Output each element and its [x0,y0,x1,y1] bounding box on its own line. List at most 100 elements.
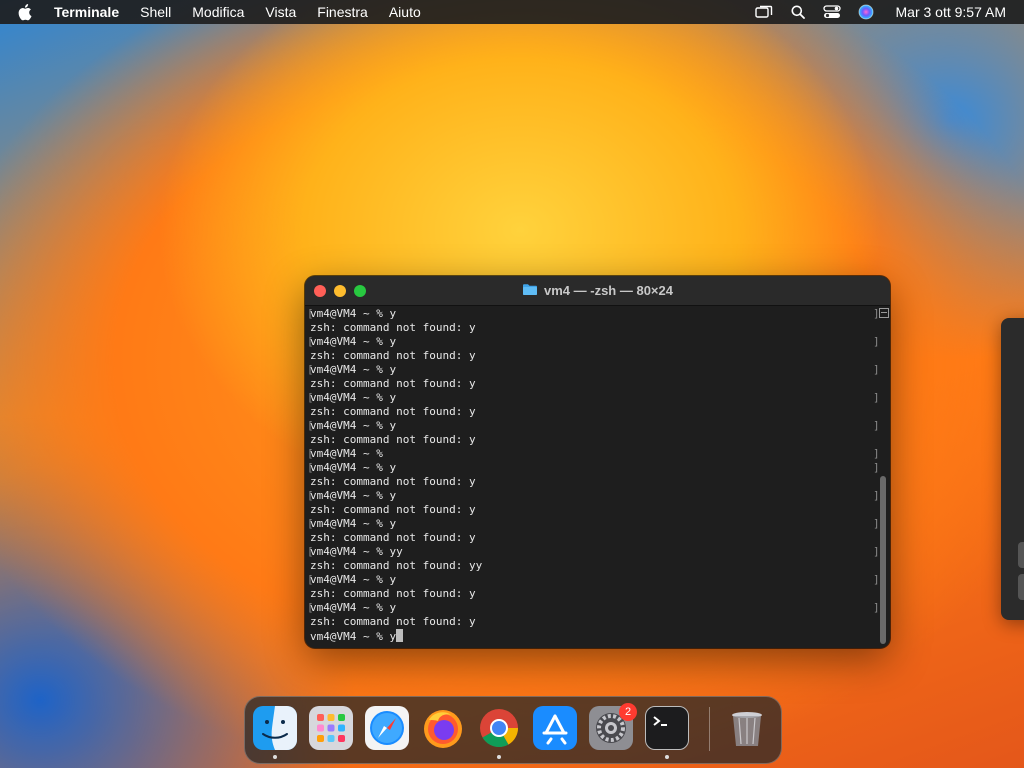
prompt-text: vm4@VM4 ~ % y [310,630,397,643]
terminal-line: [] vm4@VM4 ~ % y [307,461,880,475]
terminal-line: [] vm4@VM4 ~ % y [307,601,880,615]
terminal-line: [] vm4@VM4 ~ % [307,447,880,461]
line-bracket: [ [307,335,314,348]
dock-divider [709,707,710,751]
terminal-line: [] vm4@VM4 ~ % y [307,307,880,321]
line-bracket: [ [307,307,314,320]
folder-icon [522,283,538,299]
terminal-line-text: vm4@VM4 ~ % y [310,573,397,586]
terminal-output[interactable]: [] vm4@VM4 ~ % y zsh: command not found: y… [307,307,880,647]
terminal-line: zsh: command not found: y [310,531,865,545]
menubar-status-area: Mar 3 ott 9:57 AM [754,0,1007,24]
terminal-line-text: zsh: command not found: y [310,503,476,516]
terminal-line: zsh: command not found: y [310,615,865,629]
menu-modifica[interactable]: Modifica [192,4,244,20]
window-title-text: vm4 — -zsh — 80×24 [544,283,673,298]
terminal-line-text: vm4@VM4 ~ % [310,447,383,460]
terminal-line-text: zsh: command not found: y [310,377,476,390]
terminal-line-text: vm4@VM4 ~ % yy [310,545,403,558]
finder-icon[interactable] [253,706,297,750]
terminal-line-text: vm4@VM4 ~ % y [310,489,397,502]
panel-handle [1018,574,1024,600]
terminal-line-text: zsh: command not found: y [310,321,476,334]
window-titlebar[interactable]: vm4 — -zsh — 80×24 [305,276,890,306]
terminal-line: zsh: command not found: yy [310,559,865,573]
trash-icon[interactable] [725,706,769,750]
panel-handle [1018,542,1024,568]
prompt-line[interactable]: vm4@VM4 ~ % y [310,629,865,643]
terminal-line-text: vm4@VM4 ~ % y [310,307,397,320]
terminal-line-text: zsh: command not found: y [310,587,476,600]
terminal-line: zsh: command not found: y [310,349,865,363]
window-title: vm4 — -zsh — 80×24 [305,276,890,305]
terminal-line-text: vm4@VM4 ~ % y [310,601,397,614]
line-bracket: [ [307,363,314,376]
line-bracket: [ [307,461,314,474]
text-cursor [396,629,404,642]
terminal-line-text: zsh: command not found: y [310,433,476,446]
terminal-line-text: vm4@VM4 ~ % y [310,461,397,474]
terminal-line-text: vm4@VM4 ~ % y [310,419,397,432]
terminal-line: [] vm4@VM4 ~ % y [307,391,880,405]
terminal-line-text: zsh: command not found: y [310,615,476,628]
terminal-line-text: vm4@VM4 ~ % y [310,391,397,404]
menu-vista[interactable]: Vista [265,4,296,20]
notification-badge: 2 [619,703,637,721]
screen-mirroring-icon[interactable] [754,4,774,20]
terminal-line-text: zsh: command not found: yy [310,559,483,572]
chrome-icon[interactable] [477,706,521,750]
menu-finestra[interactable]: Finestra [317,4,368,20]
terminal-line: [] vm4@VM4 ~ % y [307,573,880,587]
launchpad-icon[interactable] [309,706,353,750]
line-bracket: [ [307,447,314,460]
running-indicator [497,755,501,759]
line-bracket: [ [307,601,314,614]
running-indicator [273,755,277,759]
terminal-line-text: vm4@VM4 ~ % y [310,363,397,376]
siri-icon[interactable] [856,4,876,20]
line-bracket: [ [307,545,314,558]
line-bracket: [ [307,517,314,530]
terminal-line-text: zsh: command not found: y [310,349,476,362]
line-bracket: [ [307,573,314,586]
terminal-line-text: zsh: command not found: y [310,531,476,544]
apple-menu-icon[interactable] [18,3,36,21]
terminal-line-text: vm4@VM4 ~ % y [310,517,397,530]
terminal-line: zsh: command not found: y [310,503,865,517]
running-indicator [665,755,669,759]
terminal-line-text: zsh: command not found: y [310,405,476,418]
terminal-line: zsh: command not found: y [310,587,865,601]
dock: 2 [244,696,782,764]
scrollbar-thumb[interactable] [880,476,886,644]
terminal-line: zsh: command not found: y [310,433,865,447]
menu-aiuto[interactable]: Aiuto [389,4,421,20]
terminal-line: zsh: command not found: y [310,321,865,335]
terminal-line: [] vm4@VM4 ~ % y [307,363,880,377]
terminal-icon[interactable] [645,706,689,750]
control-center-icon[interactable] [822,4,842,20]
line-bracket: [ [307,391,314,404]
terminal-line: [] vm4@VM4 ~ % y [307,489,880,503]
line-bracket: [ [307,489,314,502]
menu-bar: Terminale Shell Modifica Vista Finestra … [0,0,1024,24]
firefox-icon[interactable] [421,706,465,750]
terminal-line: zsh: command not found: y [310,377,865,391]
offscreen-window-edge[interactable] [1001,318,1024,620]
terminal-line: zsh: command not found: y [310,405,865,419]
terminal-line: [] vm4@VM4 ~ % y [307,419,880,433]
split-pane-icon[interactable] [879,308,889,318]
terminal-line: zsh: command not found: y [310,475,865,489]
terminal-line: [] vm4@VM4 ~ % yy [307,545,880,559]
app-menu-terminal[interactable]: Terminale [54,4,119,20]
scrollbar[interactable] [876,306,890,648]
terminal-line: [] vm4@VM4 ~ % y [307,517,880,531]
terminal-line-text: zsh: command not found: y [310,475,476,488]
menu-shell[interactable]: Shell [140,4,171,20]
line-bracket: [ [307,419,314,432]
app-store-icon[interactable] [533,706,577,750]
menubar-clock[interactable]: Mar 3 ott 9:57 AM [896,4,1007,20]
terminal-window[interactable]: vm4 — -zsh — 80×24 [] vm4@VM4 ~ % y zsh: c… [305,276,890,648]
terminal-line-text: vm4@VM4 ~ % y [310,335,397,348]
safari-icon[interactable] [365,706,409,750]
search-icon[interactable] [788,4,808,20]
